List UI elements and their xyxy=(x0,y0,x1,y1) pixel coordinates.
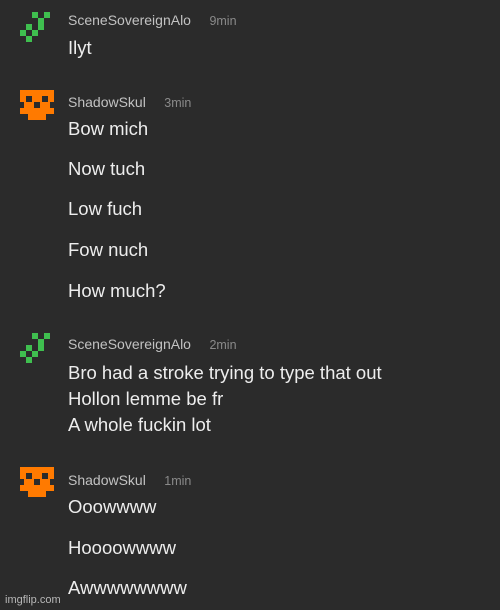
username[interactable]: SceneSovereignAlo xyxy=(68,336,191,352)
timestamp: 2min xyxy=(209,338,237,352)
username[interactable]: SceneSovereignAlo xyxy=(68,12,191,28)
timestamp: 9min xyxy=(209,14,237,28)
orange-pixel-skull-avatar-icon[interactable] xyxy=(20,90,54,120)
username[interactable]: ShadowSkul xyxy=(68,472,146,488)
message-text: Hoooowwww xyxy=(68,537,176,558)
message-header: ShadowSkul 1min xyxy=(68,472,191,490)
green-checker-pixel-avatar-icon[interactable] xyxy=(20,333,54,363)
message-header: SceneSovereignAlo 9min xyxy=(68,12,237,30)
username[interactable]: ShadowSkul xyxy=(68,94,146,110)
message-text: Bow mich xyxy=(68,118,149,139)
message-header: SceneSovereignAlo 2min xyxy=(68,336,237,354)
message-text: Ilyt xyxy=(68,37,92,58)
message-text: Bro had a stroke trying to type that out xyxy=(68,362,382,383)
green-checker-pixel-avatar-icon[interactable] xyxy=(20,12,54,42)
chat-log: SceneSovereignAlo 9min Ilyt ShadowSkul 3… xyxy=(0,0,500,610)
message-text: How much? xyxy=(68,280,166,301)
message-header: ShadowSkul 3min xyxy=(68,94,191,112)
message-text: A whole fuckin lot xyxy=(68,414,211,435)
timestamp: 3min xyxy=(164,96,192,110)
message-text: Awwwwwwww xyxy=(68,577,187,598)
timestamp: 1min xyxy=(164,474,192,488)
message-text: Low fuch xyxy=(68,198,143,219)
orange-pixel-skull-avatar-icon[interactable] xyxy=(20,467,54,497)
imgflip-watermark: imgflip.com xyxy=(5,594,61,606)
message-text: Hollon lemme be fr xyxy=(68,388,224,409)
message-text: Now tuch xyxy=(68,158,146,179)
message-text: Fow nuch xyxy=(68,239,149,260)
message-text: Ooowwww xyxy=(68,496,157,517)
